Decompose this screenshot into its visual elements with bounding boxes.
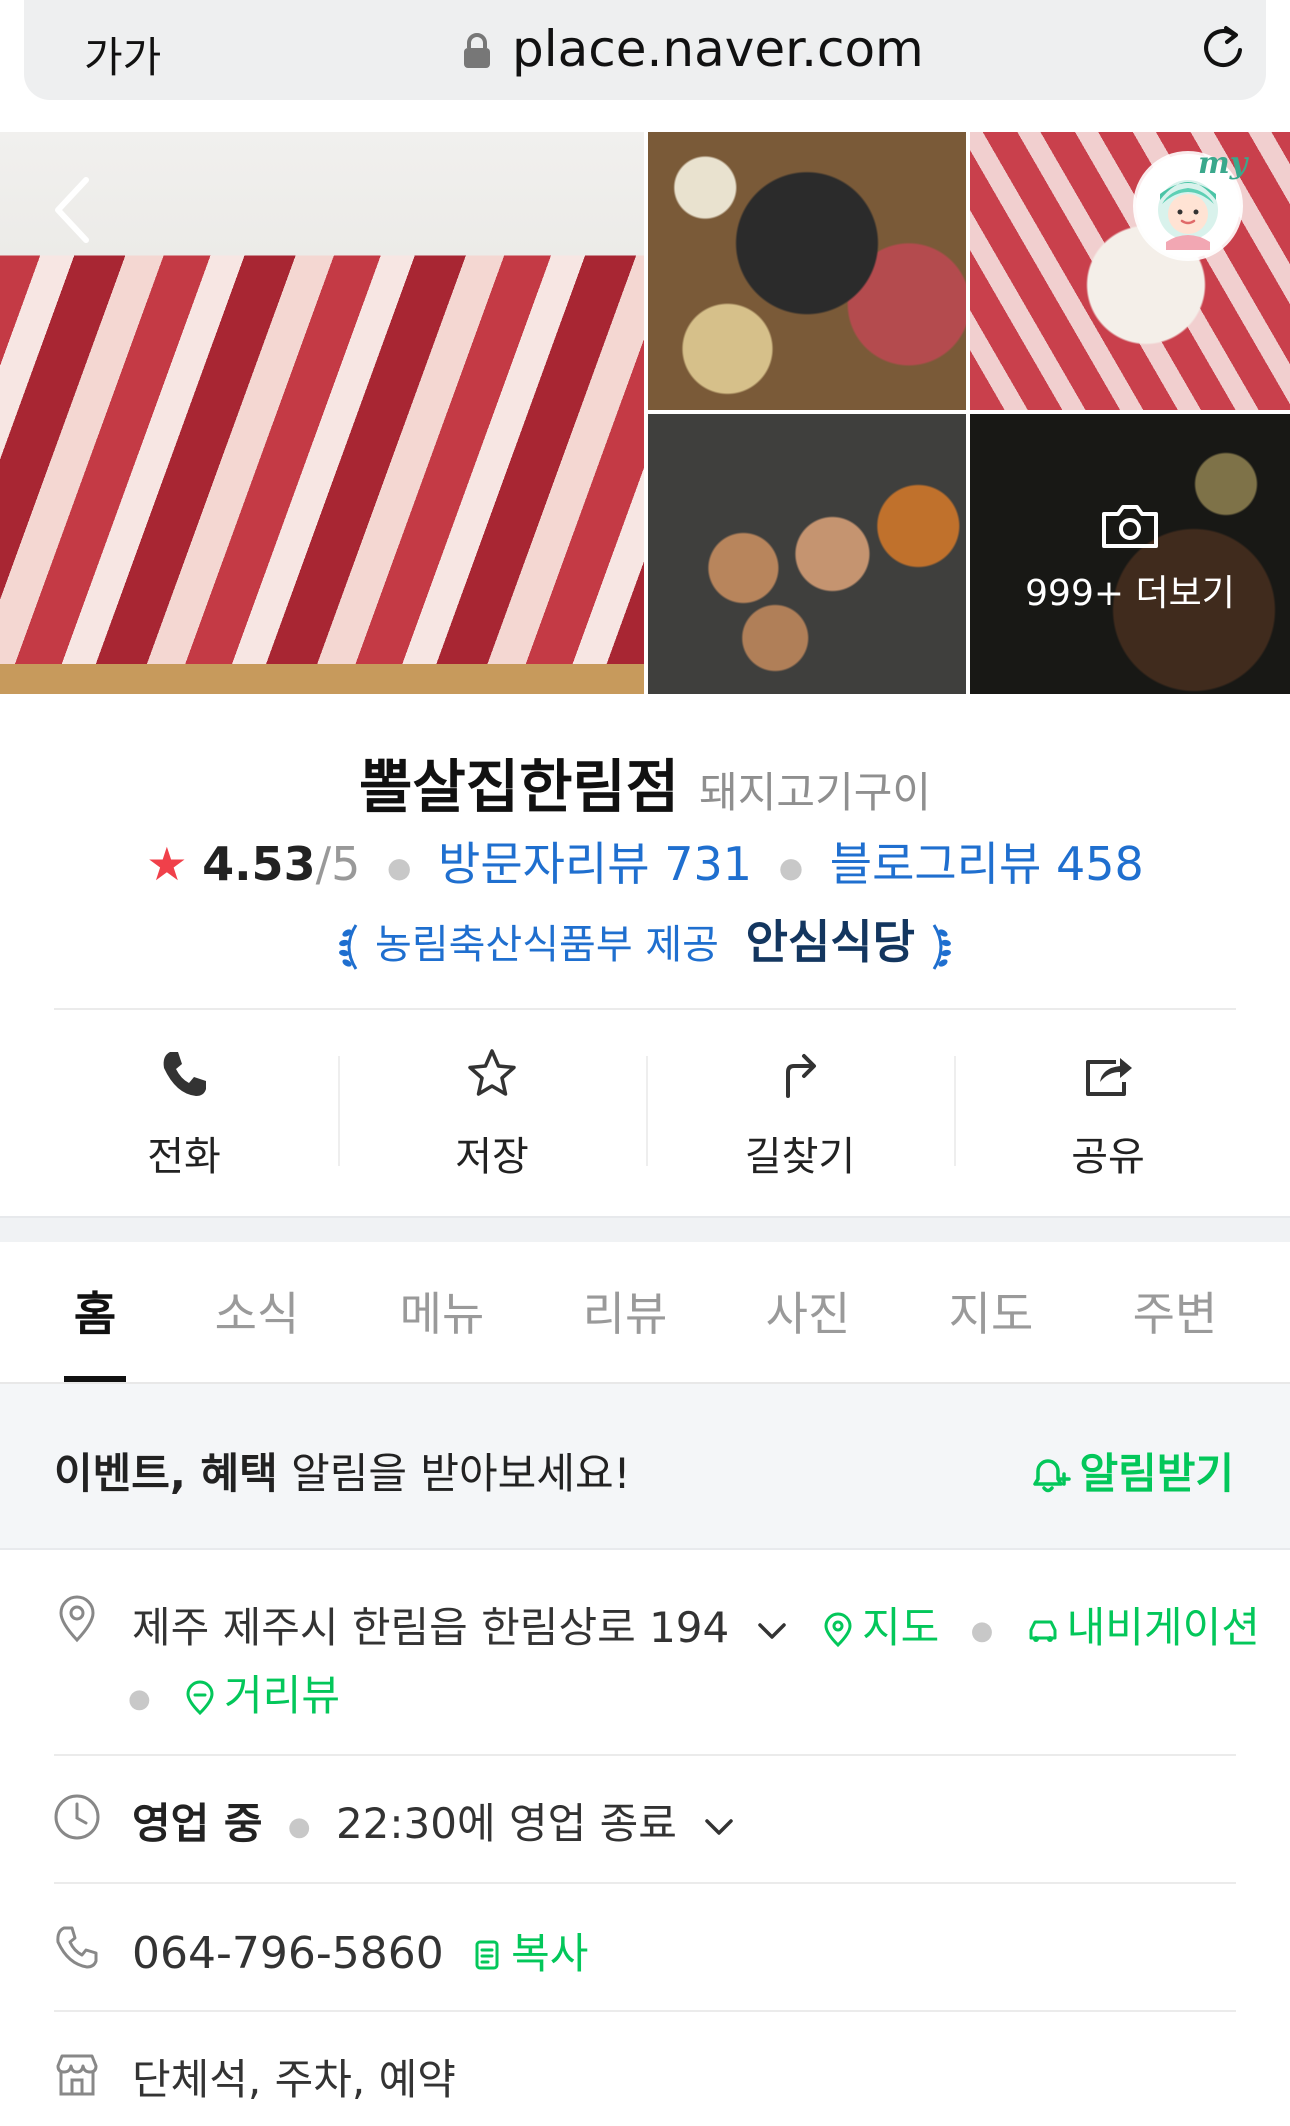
my-avatar-button[interactable]: my — [1136, 146, 1247, 258]
tab-map[interactable]: 지도 — [921, 1278, 1061, 1344]
action-label: 공유 — [1071, 1134, 1145, 1180]
event-text: 알림을 받아보세요! — [277, 1449, 631, 1498]
tab-menu[interactable]: 메뉴 — [372, 1278, 512, 1344]
map-pin-icon — [824, 1612, 852, 1648]
event-bold-text: 이벤트, 혜택 — [54, 1449, 278, 1498]
chevron-down-icon[interactable] — [702, 1810, 736, 1844]
tab-reviews[interactable]: 리뷰 — [555, 1278, 695, 1344]
separator-dot: ● — [386, 851, 412, 884]
street-view-label: 거리뷰 — [224, 1671, 340, 1720]
cert-name: 안심식당 — [745, 915, 915, 969]
directions-icon — [786, 1054, 816, 1098]
hours-detail: 22:30에 영업 종료 — [335, 1799, 677, 1848]
active-tab-indicator — [64, 1376, 126, 1382]
laurel-left-icon — [339, 924, 358, 970]
facilities-text: 단체석, 주차, 예약 — [132, 2055, 456, 2104]
back-icon[interactable] — [50, 174, 94, 246]
safe-restaurant-badge[interactable]: 농림축산식품부 제공 안심식당 — [0, 906, 1290, 973]
tab-photos[interactable]: 사진 — [738, 1278, 878, 1344]
hours-row[interactable]: 영업 중 ● 22:30에 영업 종료 — [132, 1790, 736, 1851]
laurel-right-icon — [932, 924, 951, 970]
share-button[interactable]: 공유 — [954, 1010, 1262, 1210]
more-photos-button[interactable]: 999+ 더보기 — [970, 414, 1290, 694]
cert-provider: 농림축산식품부 제공 — [375, 922, 719, 968]
street-view-row: ● 거리뷰 — [128, 1662, 340, 1723]
place-title-row: 뽈살집한림점 돼지고기구이 — [0, 740, 1290, 824]
tab-nearby[interactable]: 주변 — [1105, 1278, 1245, 1344]
phone-number[interactable]: 064-796-5860 — [132, 1928, 444, 1979]
map-link-label: 지도 — [861, 1603, 940, 1652]
copy-label: 복사 — [511, 1929, 589, 1978]
place-name: 뽈살집한림점 — [358, 753, 680, 821]
phone-icon — [56, 1926, 98, 1969]
share-icon — [1086, 1058, 1132, 1096]
separator-dot: ● — [778, 851, 804, 884]
text-size-button[interactable]: 가가 — [84, 24, 161, 85]
street-view-pin-icon — [186, 1680, 214, 1716]
photo-thumbnail[interactable] — [648, 132, 966, 410]
rating-value: 4.53 — [202, 837, 316, 891]
camera-icon — [1102, 505, 1158, 548]
rating-max: /5 — [315, 837, 361, 891]
address-row: 제주 제주시 한림읍 한림상로 194 지도 ● 내비게이션 — [132, 1594, 1260, 1655]
save-button[interactable]: 저장 — [338, 1010, 646, 1210]
lock-icon — [464, 33, 490, 68]
separator-dot: ● — [970, 1615, 994, 1646]
star-icon — [468, 1049, 516, 1096]
navigation-link-label: 내비게이션 — [1066, 1603, 1260, 1652]
copy-phone-button[interactable]: 복사 — [469, 1929, 588, 1978]
facilities-row: 단체석, 주차, 예약 — [132, 2046, 456, 2107]
my-badge: my — [1198, 146, 1248, 181]
place-category: 돼지고기구이 — [699, 768, 931, 817]
copy-icon — [475, 1940, 499, 1970]
directions-button[interactable]: 길찾기 — [646, 1010, 954, 1210]
action-label: 전화 — [147, 1134, 221, 1180]
url-bar[interactable]: 가가 place.naver.com — [24, 0, 1266, 100]
subscribe-alerts-label: 알림받기 — [1079, 1449, 1234, 1498]
tab-bar: 홈 소식 메뉴 리뷰 사진 지도 주변 — [0, 1242, 1290, 1384]
divider — [54, 1754, 1236, 1756]
photo-gallery: 999+ 더보기 my — [0, 132, 1290, 694]
store-icon — [56, 2054, 98, 2096]
action-label: 길찾기 — [744, 1134, 856, 1180]
separator-dot: ● — [287, 1811, 311, 1842]
photo-thumbnail[interactable] — [648, 414, 966, 694]
hours-status: 영업 중 — [132, 1799, 263, 1848]
address-text[interactable]: 제주 제주시 한림읍 한림상로 194 — [132, 1603, 729, 1652]
call-button[interactable]: 전화 — [30, 1010, 338, 1210]
rating-star-icon: ★ — [146, 837, 188, 891]
phone-row: 064-796-5860 복사 — [132, 1920, 588, 1981]
blog-review-link[interactable]: 블로그리뷰 458 — [830, 837, 1144, 891]
url-text: place.naver.com — [512, 20, 924, 78]
main-photo[interactable] — [0, 132, 644, 694]
clock-icon — [54, 1794, 100, 1840]
phone-icon — [163, 1052, 206, 1096]
event-banner: 이벤트, 혜택 알림을 받아보세요! 알림받기 — [0, 1384, 1290, 1550]
bell-plus-icon — [1033, 1459, 1072, 1493]
tab-home[interactable]: 홈 — [25, 1278, 165, 1344]
photo-overlay — [970, 414, 1290, 694]
map-link[interactable]: 지도 — [820, 1603, 953, 1652]
chevron-down-icon[interactable] — [755, 1614, 789, 1648]
street-view-link[interactable]: 거리뷰 — [182, 1671, 340, 1720]
place-page: 가가 place.naver.com 999+ 더보기 my 뽈살집한림점 돼지… — [0, 0, 1290, 2126]
section-gap — [0, 1216, 1290, 1242]
location-pin-icon — [59, 1595, 95, 1643]
tab-news[interactable]: 소식 — [187, 1278, 327, 1344]
divider — [54, 2010, 1236, 2012]
action-bar: 전화 저장 길찾기 공유 — [0, 1010, 1290, 1210]
navigation-link[interactable]: 내비게이션 — [1025, 1603, 1260, 1652]
event-message: 이벤트, 혜택 알림을 받아보세요! — [54, 1440, 630, 1501]
more-photos-label: 999+ 더보기 — [1025, 573, 1235, 614]
car-icon — [1029, 1620, 1057, 1642]
divider — [54, 1882, 1236, 1884]
browser-bar: 가가 place.naver.com — [0, 0, 1290, 132]
subscribe-alerts-button[interactable]: 알림받기 — [1027, 1440, 1234, 1501]
reload-icon[interactable] — [1196, 20, 1252, 76]
action-label: 저장 — [455, 1134, 529, 1180]
separator-dot: ● — [128, 1683, 151, 1714]
rating-row: ★ 4.53/5 ● 방문자리뷰 731 ● 블로그리뷰 458 — [0, 828, 1290, 894]
visitor-review-link[interactable]: 방문자리뷰 731 — [438, 837, 752, 891]
